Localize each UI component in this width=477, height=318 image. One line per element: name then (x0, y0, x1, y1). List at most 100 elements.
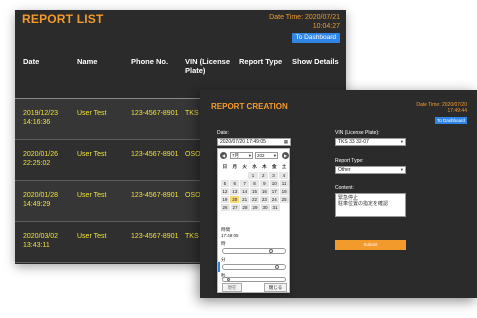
cell-date-day: 2019/12/23 (23, 110, 59, 117)
picker-nav: ◀ 7月 ▾ 202 ▾ ▶ (220, 151, 289, 160)
cell-vin: TKS (185, 110, 199, 117)
next-month-icon[interactable]: ▶ (282, 152, 289, 159)
vin-select[interactable]: TKS 33 32-07 ▾ (335, 138, 406, 146)
calendar-day[interactable]: 23 (259, 195, 269, 203)
chevron-down-icon: ▾ (400, 167, 403, 172)
year-select[interactable]: 202 ▾ (255, 152, 278, 159)
month-select[interactable]: 7月 ▾ (230, 152, 253, 159)
calendar-day[interactable]: 9 (259, 179, 269, 187)
time-value: 17:49:05 (221, 232, 239, 238)
week-row: 1234 (220, 171, 289, 179)
report-list-title: REPORT LIST (22, 12, 104, 26)
empty-day-cell (280, 203, 289, 211)
cell-vin: OSO (185, 151, 201, 158)
minute-slider[interactable] (222, 264, 286, 270)
chevron-down-icon: ▾ (400, 139, 403, 144)
calendar-day[interactable]: 7 (240, 179, 250, 187)
calendar-day[interactable]: 26 (220, 203, 230, 211)
calendar-day[interactable]: 11 (279, 179, 289, 187)
calendar-day[interactable]: 12 (220, 187, 230, 195)
datetime-time: 10:04:27 (312, 23, 340, 30)
calendar-day[interactable]: 6 (230, 179, 240, 187)
week-rows: 1 2 3 4 5 6 7 8 9 10 11 12 13 14 15 16 17 18 19 20 21 22 23 24 2… (220, 171, 289, 211)
empty-day-cell (229, 171, 238, 179)
cell-date: 2020/03/02 13:43:11 (23, 232, 58, 250)
calendar-day[interactable]: 19 (220, 195, 230, 203)
calendar-day[interactable]: 24 (269, 195, 279, 203)
cell-date-time: 14:49:29 (23, 201, 51, 208)
calendar-day[interactable]: 18 (279, 187, 289, 195)
empty-day-cell (239, 171, 248, 179)
report-type-select[interactable]: Other ▾ (335, 166, 406, 174)
calendar-day-selected[interactable]: 20 (230, 195, 240, 203)
calendar-day[interactable]: 21 (240, 195, 250, 203)
calendar-day[interactable]: 13 (230, 187, 240, 195)
hour-slider-handle[interactable] (269, 249, 273, 253)
calendar-day[interactable]: 22 (250, 195, 259, 203)
column-header-report-type: Report Type (239, 57, 283, 66)
to-dashboard-button[interactable]: To Dashboard (434, 117, 467, 124)
second-slider-handle[interactable] (227, 278, 230, 281)
calendar-icon[interactable]: ▦ (284, 139, 288, 145)
weekday-label: 木 (262, 164, 267, 169)
second-slider[interactable] (222, 277, 286, 282)
calendar-day[interactable]: 2 (258, 171, 268, 179)
calendar-day[interactable]: 5 (220, 179, 230, 187)
vin-label: VIN (License Plate): (335, 130, 380, 136)
calendar-day[interactable]: 25 (279, 195, 289, 203)
content-textarea[interactable]: 緊急停止 駐車位置の指定を確認 (335, 193, 406, 217)
calendar-day[interactable]: 10 (269, 179, 279, 187)
now-button[interactable]: 現在 (222, 283, 242, 292)
report-creation-title: REPORT CREATION (211, 102, 288, 111)
calendar-day[interactable]: 8 (250, 179, 259, 187)
prev-month-icon[interactable]: ◀ (220, 152, 227, 159)
minute-slider-handle[interactable] (275, 265, 279, 269)
week-row: 12 13 14 15 16 17 18 (220, 187, 289, 195)
submit-button[interactable]: Submit (335, 240, 406, 250)
calendar-day[interactable]: 30 (260, 203, 270, 211)
calendar-day[interactable]: 1 (248, 171, 258, 179)
weekday-label: 水 (252, 164, 257, 169)
week-row: 26 27 28 29 30 31 (220, 203, 289, 211)
calendar-day[interactable]: 14 (240, 187, 250, 195)
vin-select-value: TKS 33 32-07 (338, 139, 369, 145)
calendar-day[interactable]: 4 (279, 171, 289, 179)
cell-date-day: 2020/01/26 (23, 151, 59, 158)
cell-date-time: 22:25:02 (23, 160, 51, 167)
hour-label: 時 (221, 241, 226, 246)
calendar-day[interactable]: 3 (268, 171, 279, 179)
calendar-day[interactable]: 16 (259, 187, 269, 195)
cell-date: 2020/01/26 22:25:02 (23, 150, 58, 168)
calendar-day[interactable]: 15 (250, 187, 259, 195)
cell-name: User Test (77, 110, 107, 117)
weekday-label: 月 (232, 164, 238, 169)
report-type-label: Report Type: (335, 158, 364, 164)
year-value: 202 (257, 153, 265, 158)
column-header-date: Date (23, 57, 40, 66)
month-value: 7月 (232, 153, 240, 158)
close-button[interactable]: 閉じる (264, 283, 287, 292)
weekday-label: 火 (242, 164, 247, 169)
column-header-show-details: Show Details (292, 57, 339, 66)
cell-phone: 123-4567-8901 (131, 151, 179, 158)
weekday-label: 土 (281, 164, 287, 169)
weekday-row: 日 月 火 水 木 金 土 (220, 163, 289, 171)
calendar-day[interactable]: 29 (250, 203, 260, 211)
week-row: 19 20 21 22 23 24 25 (220, 195, 289, 203)
report-creation-window: REPORT CREATION Date Time: 2020/07/20 17… (200, 90, 477, 298)
cell-vin: OSO (185, 192, 201, 199)
cell-date: 2019/12/23 14:16:36 (23, 109, 58, 127)
cell-name: User Test (77, 233, 107, 240)
to-dashboard-button[interactable]: To Dashboard (291, 33, 340, 43)
calendar-day[interactable]: 31 (270, 203, 280, 211)
calendar-day[interactable]: 27 (230, 203, 240, 211)
calendar-day[interactable]: 17 (269, 187, 279, 195)
empty-day-cell (220, 171, 229, 179)
cell-date-day: 2020/03/02 (23, 233, 59, 240)
cell-name: User Test (77, 151, 107, 158)
date-input[interactable]: 2020/07/20 17:49:05 ▦ (217, 138, 291, 146)
calendar-day[interactable]: 28 (240, 203, 250, 211)
report-creation-datetime: Date Time: 2020/07/20 17:49:44 (377, 102, 467, 114)
report-list-datetime: Date Time: 2020/07/21 10:04:27 (230, 13, 340, 31)
hour-slider[interactable] (222, 248, 286, 254)
